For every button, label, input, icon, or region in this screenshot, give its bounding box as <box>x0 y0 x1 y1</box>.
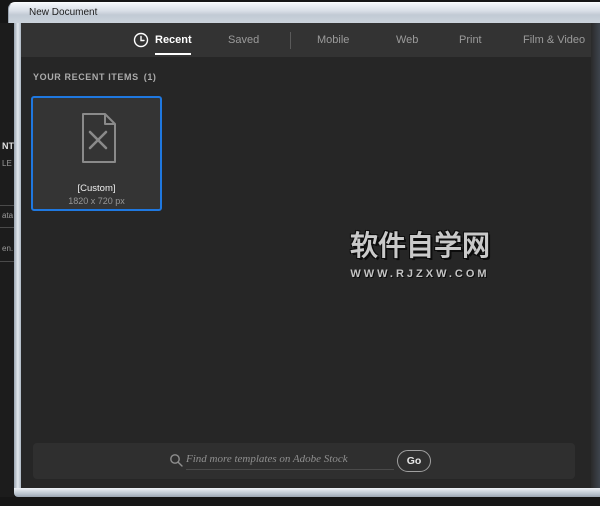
search-icon <box>170 454 183 467</box>
tab-print[interactable]: Print <box>459 23 482 57</box>
tab-film-video[interactable]: Film & Video <box>523 23 585 57</box>
clock-icon <box>133 32 149 48</box>
stock-search-input[interactable] <box>186 448 394 470</box>
tab-web[interactable]: Web <box>396 23 418 57</box>
watermark-title: 软件自学网 <box>349 230 490 261</box>
new-document-dialog: Recent Saved Mobile Web Print Film & Vid… <box>21 23 591 488</box>
watermark: 软件自学网 WWW.RJZXW.COM <box>320 224 520 280</box>
screen: NT LE ata en. New Document Recent Saved … <box>0 0 600 506</box>
recent-items-heading-text: YOUR RECENT ITEMS <box>33 72 139 82</box>
dialog-title: New Document <box>29 7 98 18</box>
watermark-url: WWW.RJZXW.COM <box>350 268 490 280</box>
background-divider <box>0 261 14 262</box>
tab-bar: Recent Saved Mobile Web Print Film & Vid… <box>21 23 591 57</box>
window-frame-right <box>591 23 600 488</box>
window-frame-bottom <box>14 488 600 497</box>
go-button[interactable]: Go <box>397 450 431 472</box>
recent-items-heading: YOUR RECENT ITEMS (1) <box>33 72 157 82</box>
background-divider <box>0 205 14 206</box>
recent-items-count: (1) <box>143 72 157 82</box>
active-tab-underline <box>155 53 191 55</box>
background-text-fragment: ata <box>2 211 14 220</box>
background-text-fragment: LE <box>2 159 12 168</box>
background-text-fragment: en. <box>2 244 14 253</box>
adobe-stock-search-bar: Go <box>33 443 575 479</box>
tab-saved[interactable]: Saved <box>228 23 259 57</box>
tab-recent[interactable]: Recent <box>155 23 192 57</box>
window-frame-left <box>14 23 21 489</box>
background-text-fragment: NT <box>2 141 14 151</box>
dialog-titlebar[interactable]: New Document <box>8 2 600 23</box>
background-divider <box>0 227 14 228</box>
recent-item-name: [Custom] <box>77 183 116 194</box>
tab-divider <box>290 32 291 49</box>
recent-item-card-custom[interactable]: [Custom] 1820 x 720 px <box>31 96 162 211</box>
recent-item-dimensions: 1820 x 720 px <box>68 196 125 206</box>
document-blank-icon <box>82 113 116 163</box>
tab-mobile[interactable]: Mobile <box>317 23 349 57</box>
background-window-strip: NT LE ata en. <box>0 23 14 497</box>
